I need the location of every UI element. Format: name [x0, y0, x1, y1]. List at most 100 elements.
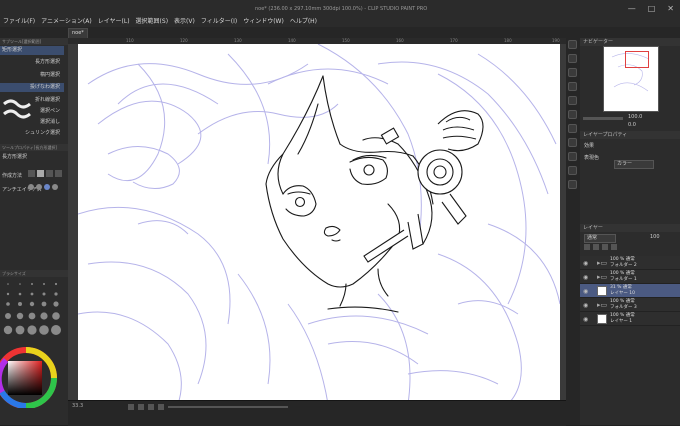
new-vector-layer-icon[interactable]	[593, 244, 599, 250]
navigator-zoom-slider[interactable]	[583, 115, 623, 120]
subtool-shrink-selection[interactable]: シュリンク選択	[0, 129, 64, 138]
ruler-tick: 190	[552, 38, 560, 43]
ruler-tick: 170	[450, 38, 458, 43]
copy-icon[interactable]	[568, 54, 577, 63]
visibility-eye-icon[interactable]: ◉	[583, 302, 588, 309]
artwork	[78, 44, 560, 404]
add-selection-button[interactable]	[37, 170, 44, 177]
layer-blend: 100 % 通常	[610, 257, 635, 262]
invert-selection-icon[interactable]	[568, 166, 577, 175]
expand-selection-icon[interactable]	[568, 180, 577, 189]
last-page-button[interactable]	[158, 404, 164, 410]
new-layer-icon[interactable]	[568, 40, 577, 49]
creation-method-buttons	[28, 170, 62, 177]
layer-property-header: レイヤープロパティ	[580, 131, 680, 139]
antialias-medium-button[interactable]	[44, 184, 50, 190]
blend-mode-select[interactable]: 通常	[584, 234, 616, 243]
subtool-group-tab[interactable]: 矩形選択	[0, 46, 64, 55]
minimize-button[interactable]: —	[628, 4, 636, 13]
menu-animation[interactable]: アニメーション(A)	[38, 17, 95, 27]
subtool-ellipse[interactable]: 楕円選択	[0, 71, 64, 80]
antialias-buttons	[28, 184, 58, 190]
selection-pen-icon	[3, 99, 31, 119]
subtract-selection-button[interactable]	[46, 170, 53, 177]
layer-blend: 100 % 通常	[610, 271, 635, 276]
window-controls: — □ ✕	[628, 4, 674, 13]
menu-view[interactable]: 表示(V)	[171, 17, 198, 27]
layer-blend: 100 % 通常	[610, 313, 635, 318]
folder-icon: ▸▭	[597, 273, 608, 281]
cut-icon[interactable]	[568, 82, 577, 91]
first-page-button[interactable]	[128, 404, 134, 410]
prev-button[interactable]	[138, 404, 144, 410]
deselect-icon[interactable]	[568, 152, 577, 161]
visibility-eye-icon[interactable]: ◉	[583, 274, 588, 281]
layer-blend: 100 % 通常	[610, 299, 635, 304]
fill-icon[interactable]	[568, 96, 577, 105]
paste-icon[interactable]	[568, 68, 577, 77]
brush-size-palette	[2, 280, 64, 338]
canvas-scrollbar[interactable]	[168, 406, 288, 408]
ruler-tick: 150	[342, 38, 350, 43]
status-bar: 33.3	[68, 400, 566, 426]
layer-toolbar	[584, 244, 617, 250]
layer-row[interactable]: ◉ ▸▭ 100 % 通常 フォルダー 2	[580, 256, 680, 270]
menu-layer[interactable]: レイヤー(L)	[95, 17, 133, 27]
menu-filter[interactable]: フィルター(I)	[198, 17, 240, 27]
layer-row[interactable]: ◉ ▸▭ 100 % 通常 フォルダー 3	[580, 298, 680, 312]
layer-name: フォルダー 1	[610, 277, 637, 282]
subtool-rectangle[interactable]: 長方形選択	[0, 58, 64, 67]
intersect-selection-button[interactable]	[55, 170, 62, 177]
next-button[interactable]	[148, 404, 154, 410]
color-wheel[interactable]	[0, 342, 66, 409]
ruler-tick: 140	[288, 38, 296, 43]
brush-size-header: ブラシサイズ	[0, 270, 68, 277]
layer-opacity-value[interactable]: 100	[650, 234, 660, 240]
close-button[interactable]: ✕	[667, 4, 674, 13]
layer-row[interactable]: ◉ 100 % 通常 レイヤー 1	[580, 312, 680, 326]
ruler-tick: 110	[126, 38, 134, 43]
new-selection-button[interactable]	[28, 170, 35, 177]
navigator-rotate-value[interactable]: 0.0	[628, 122, 636, 128]
navigator-zoom-value[interactable]: 100.0	[628, 114, 642, 120]
layer-name: フォルダー 3	[610, 305, 637, 310]
select-all-icon[interactable]	[568, 138, 577, 147]
layer-row[interactable]: ◉ ▸▭ 100 % 通常 フォルダー 1	[580, 270, 680, 284]
drawing-canvas[interactable]	[78, 44, 560, 404]
creation-method-label: 作成方法	[2, 173, 23, 179]
navigator-header: ナビゲーター	[580, 38, 680, 46]
color-mode-label: 表現色	[584, 155, 600, 161]
effect-label: 効果	[584, 143, 595, 149]
layer-name: レイヤー 10	[610, 291, 636, 296]
layer-thumbnail	[597, 286, 607, 296]
navigator-view-frame[interactable]	[625, 51, 649, 68]
delete-layer-icon[interactable]	[611, 244, 617, 250]
tool-property-title: 長方形選択	[2, 154, 28, 160]
menu-window[interactable]: ウィンドウ(W)	[240, 17, 287, 27]
antialias-weak-button[interactable]	[36, 184, 42, 190]
antialias-strong-button[interactable]	[52, 184, 58, 190]
ruler-tick: 130	[234, 38, 242, 43]
zoom-value[interactable]: 33.3	[72, 403, 83, 409]
folder-icon: ▸▭	[597, 259, 608, 267]
subtool-lasso[interactable]: 投げなわ選択	[0, 83, 64, 92]
layer-row-selected[interactable]: ◉ 31 % 通常 レイヤー 10	[580, 284, 680, 298]
visibility-eye-icon[interactable]: ◉	[583, 260, 588, 267]
layer-thumbnail	[597, 314, 607, 324]
layer-name: レイヤー 1	[610, 319, 633, 324]
transform-icon[interactable]	[568, 124, 577, 133]
visibility-eye-icon[interactable]: ◉	[583, 316, 588, 323]
menu-file[interactable]: ファイル(F)	[0, 17, 38, 27]
new-folder-icon[interactable]	[602, 244, 608, 250]
maximize-button[interactable]: □	[648, 4, 656, 13]
layer-name: フォルダー 2	[610, 263, 637, 268]
nav-buttons	[128, 404, 164, 410]
clear-icon[interactable]	[568, 110, 577, 119]
color-mode-select[interactable]: カラー	[614, 160, 654, 169]
antialias-none-button[interactable]	[28, 184, 34, 190]
new-raster-layer-icon[interactable]	[584, 244, 590, 250]
ruler-tick: 120	[180, 38, 188, 43]
menu-help[interactable]: ヘルプ(H)	[287, 17, 320, 27]
visibility-eye-icon[interactable]: ◉	[583, 288, 588, 295]
menu-selection[interactable]: 選択範囲(S)	[133, 17, 172, 27]
